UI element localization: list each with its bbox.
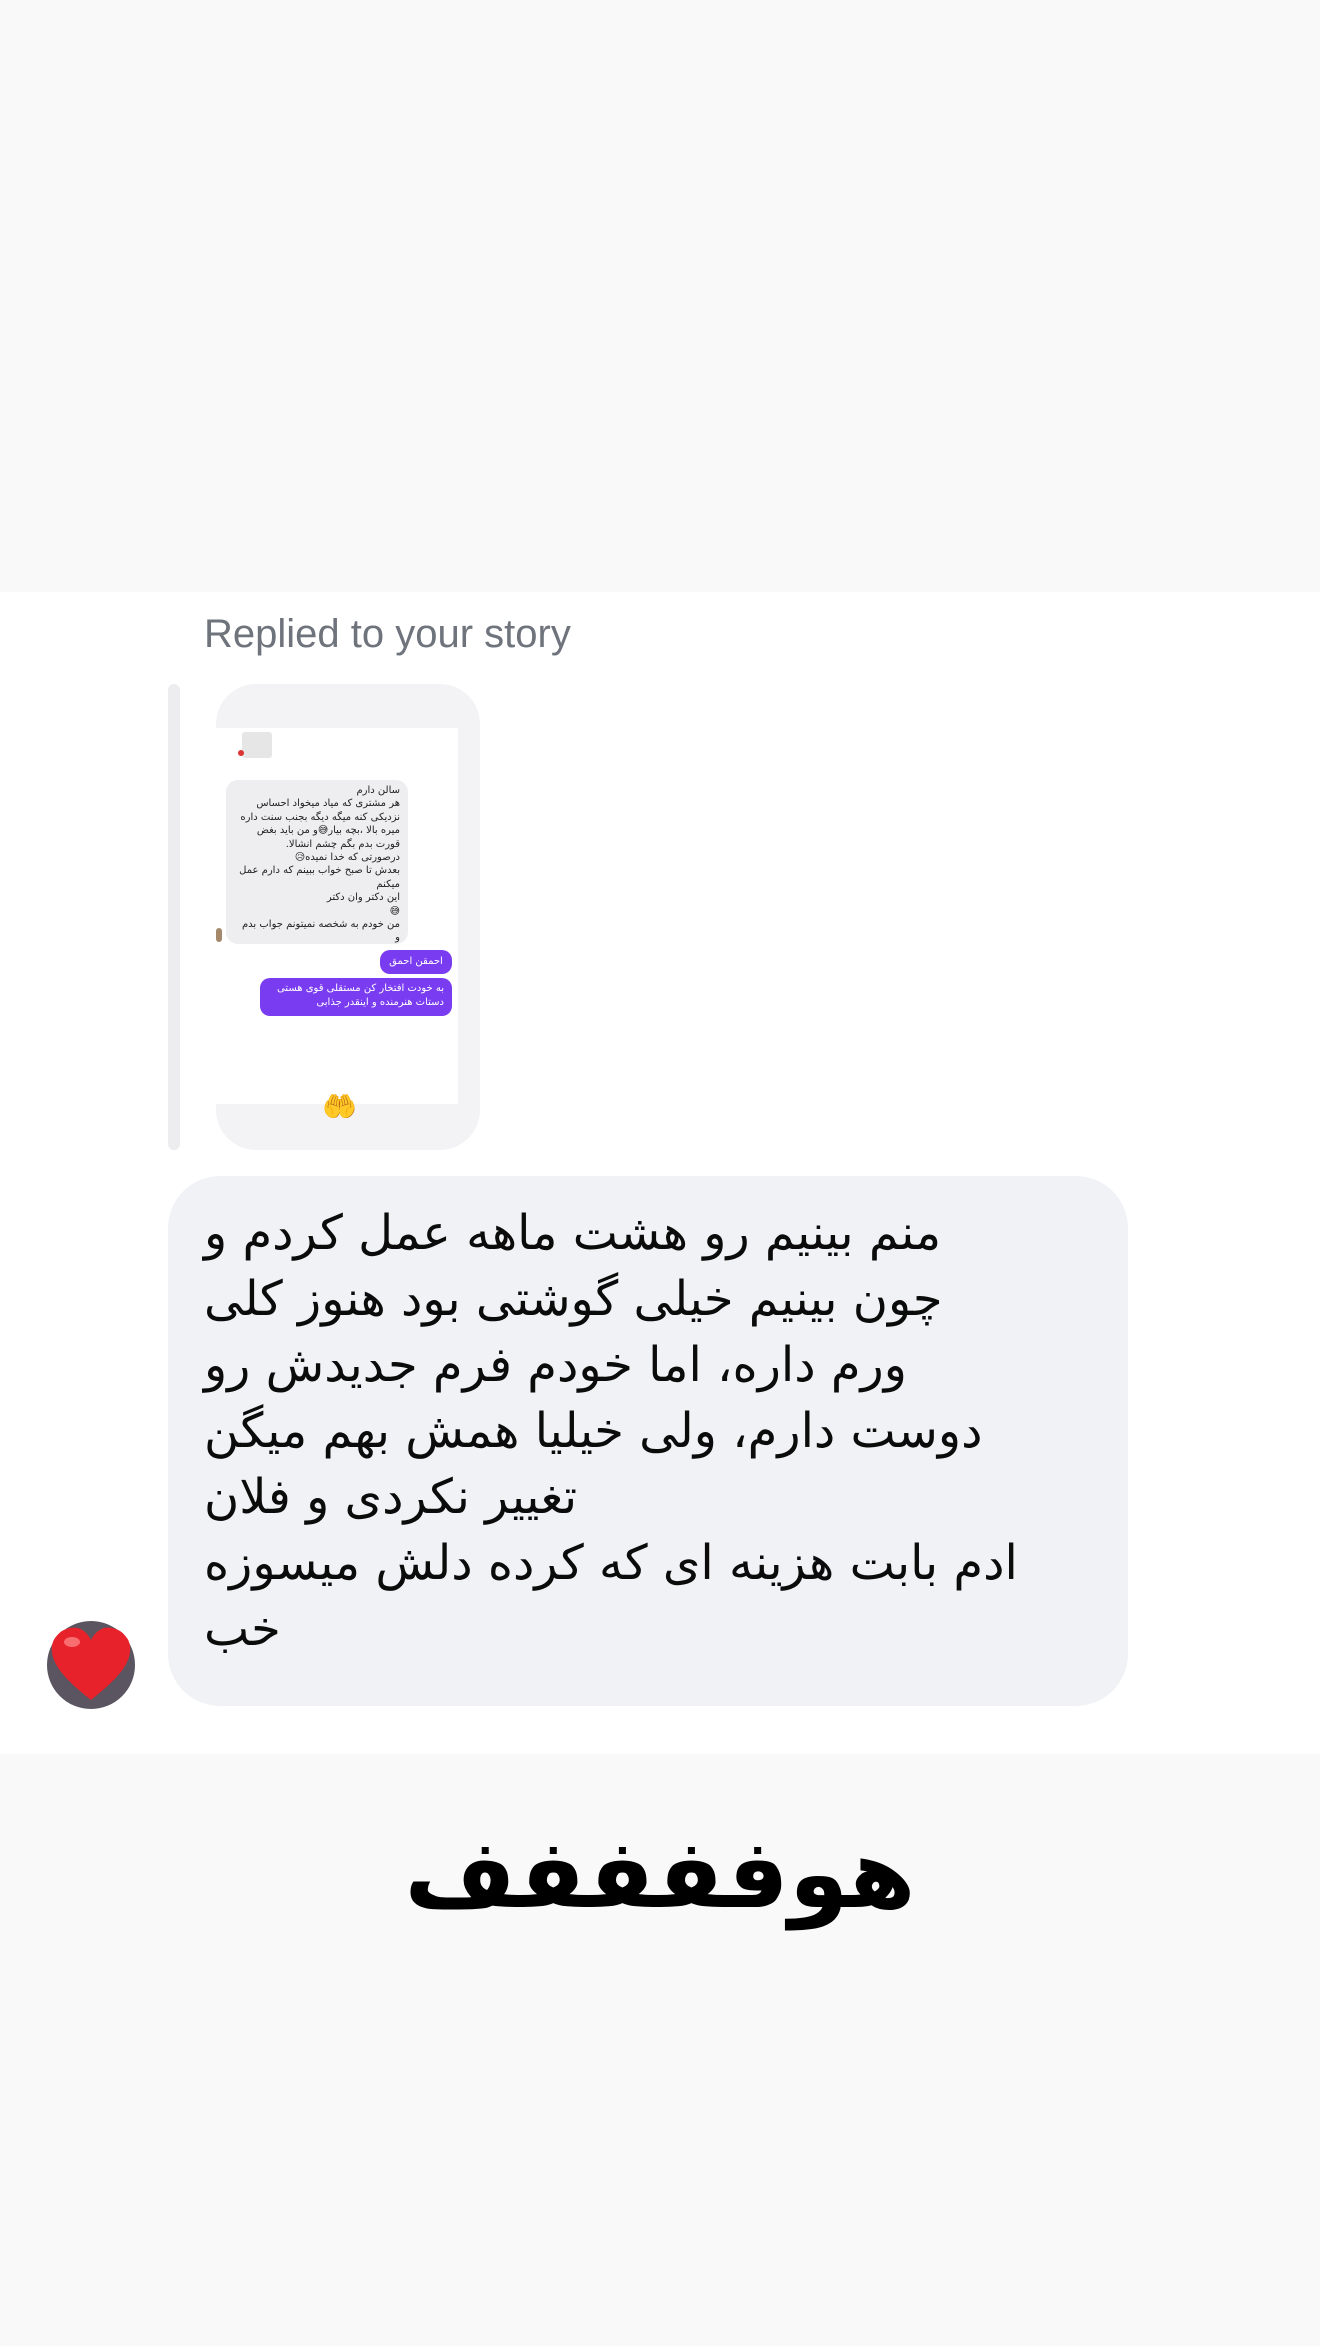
reply-indicator-bar <box>168 684 180 1150</box>
story-message-line: هر مشتری که میاد میخواد احساس <box>256 798 400 810</box>
story-sent-message-1: احمقن احمق <box>380 950 452 974</box>
story-thumbnail[interactable]: سالن دارم هر مشتری که میاد میخواد احساس نز… <box>216 684 480 1150</box>
story-message-line: قورت بدم بگم چشم انشالا. <box>285 838 400 850</box>
story-caption: هوففففف <box>404 1818 916 1930</box>
story-message-line: نزدیکی کنه میگه دیگه بجنب سنت داره <box>240 811 400 823</box>
story-message-line: درصورتی که خدا نمیده😥 <box>294 852 400 864</box>
hand-emoji: 🤲 <box>322 1090 357 1123</box>
story-message-line: من خودم به شخصه نمیتونم جواب بدم و <box>241 919 400 944</box>
story-message-line: سالن دارم <box>356 785 400 796</box>
story-mini-preview <box>242 732 272 758</box>
story-sent-message-2: به خودت افتخار کن مستقلی قوی هستی دستات … <box>260 978 452 1016</box>
story-media-top <box>0 0 1320 592</box>
message-text: منم بینیم رو هشت ماهه عمل کردم و چون بین… <box>204 1205 1018 1657</box>
story-message-line: این دکتر وان دکتر <box>326 892 400 904</box>
story-message-line: میکنم <box>376 878 400 890</box>
story-received-message: سالن دارم هر مشتری که میاد میخواد احساس نز… <box>226 780 408 944</box>
heart-icon[interactable] <box>46 1620 136 1710</box>
replied-to-story-label: Replied to your story <box>204 612 571 656</box>
story-message-line: میره بالا ،بچه بیار😅و من باید بغض <box>256 825 400 837</box>
message-bubble[interactable]: منم بینیم رو هشت ماهه عمل کردم و چون بین… <box>168 1176 1128 1706</box>
story-message-line: بعدش تا صبح خواب ببینم که دارم عمل <box>239 865 400 877</box>
story-red-dot <box>238 750 244 756</box>
story-message-line: 😅 <box>389 905 400 917</box>
story-screenshot: سالن دارم هر مشتری که میاد میخواد احساس نز… <box>216 728 458 1104</box>
story-sender-avatar <box>216 928 222 942</box>
